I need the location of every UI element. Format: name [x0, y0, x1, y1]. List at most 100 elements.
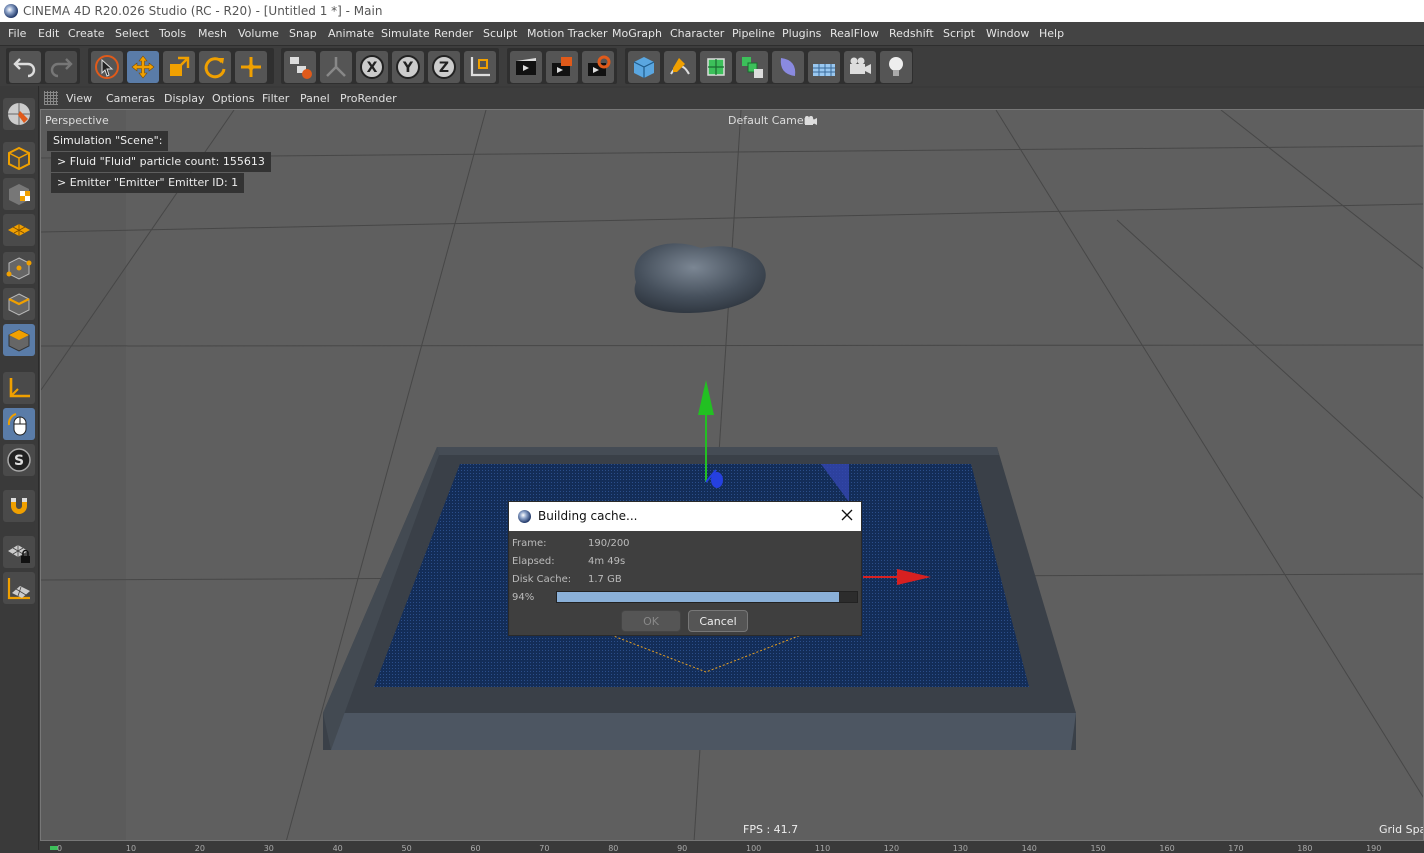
subdivision-button[interactable] [700, 51, 732, 83]
cube-button[interactable] [628, 51, 660, 83]
menu-pipeline[interactable]: Pipeline [732, 27, 775, 40]
floor-button[interactable] [808, 51, 840, 83]
undo-button[interactable] [9, 51, 41, 83]
menu-plugins[interactable]: Plugins [782, 27, 821, 40]
menu-volume[interactable]: Volume [238, 27, 279, 40]
menu-sculpt[interactable]: Sculpt [483, 27, 517, 40]
menu-render[interactable]: Render [434, 27, 473, 40]
workplane-button[interactable] [3, 214, 35, 246]
timeline-ruler[interactable]: 0 10 20 30 40 50 60 70 80 90 100 110 120 130 140 150 160… [40, 841, 1424, 853]
viewport-menu-cameras[interactable]: Cameras [106, 92, 155, 105]
scale-tool-button[interactable] [163, 51, 195, 83]
default-camera-label[interactable]: Default Camera [728, 114, 815, 127]
menu-realflow[interactable]: RealFlow [830, 27, 879, 40]
render-group [507, 48, 617, 84]
objects-group [625, 48, 913, 84]
menu-help[interactable]: Help [1039, 27, 1064, 40]
deformer-button[interactable] [772, 51, 804, 83]
render-view-button[interactable] [510, 51, 542, 83]
menu-tools[interactable]: Tools [159, 27, 186, 40]
polygons-mode-button[interactable] [3, 324, 35, 356]
render-settings-icon [588, 55, 611, 76]
viewport-menu-panel[interactable]: Panel [300, 92, 330, 105]
x-axis-button[interactable]: X [356, 51, 388, 83]
menu-redshift[interactable]: Redshift [889, 27, 934, 40]
redo-button[interactable] [45, 51, 77, 83]
menu-snap[interactable]: Snap [289, 27, 317, 40]
solo-mode-button[interactable]: S [3, 444, 35, 476]
model-mode-button[interactable] [3, 142, 35, 174]
frame-label: Frame: [512, 538, 547, 549]
workplane-lock-icon [8, 545, 30, 563]
ok-button[interactable]: OK [621, 610, 681, 632]
close-icon[interactable] [839, 507, 855, 523]
move-tool-button[interactable] [127, 51, 159, 83]
rotate-tool-button[interactable] [199, 51, 231, 83]
timeline-tick-label: 30 [263, 844, 274, 853]
scene-canvas[interactable] [41, 110, 1424, 841]
redo-icon [50, 58, 73, 78]
y-axis-button[interactable]: Y [392, 51, 424, 83]
z-axis-icon: Z [432, 55, 456, 79]
hud-simulation-title: Simulation "Scene": [47, 131, 169, 151]
joint-button[interactable] [320, 51, 352, 83]
menu-animate[interactable]: Animate [328, 27, 374, 40]
viewport-menu-filter[interactable]: Filter [262, 92, 289, 105]
progress-percent: 94% [512, 592, 535, 603]
menu-file[interactable]: File [8, 27, 26, 40]
z-axis-button[interactable]: Z [428, 51, 460, 83]
viewport-grip-icon[interactable] [44, 91, 58, 105]
select-tool-button[interactable] [91, 51, 123, 83]
menu-motion-tracker[interactable]: Motion Tracker [527, 27, 607, 40]
frame-value: 190/200 [588, 538, 630, 549]
undo-group [6, 48, 80, 84]
menu-mesh[interactable]: Mesh [198, 27, 227, 40]
floor-plane-icon [7, 578, 30, 600]
pen-button[interactable] [664, 51, 696, 83]
viewport-menu-prorender[interactable]: ProRender [340, 92, 397, 105]
y-axis-icon: Y [396, 55, 420, 79]
axis-mode-icon [9, 378, 30, 398]
viewport-menu-display[interactable]: Display [164, 92, 205, 105]
z-axis-arrow[interactable] [711, 472, 723, 488]
cancel-button[interactable]: Cancel [688, 610, 748, 632]
edges-mode-button[interactable] [3, 288, 35, 320]
render-view-icon [516, 58, 536, 75]
edges-mode-icon [8, 293, 30, 316]
tweak-mode-button[interactable] [3, 408, 35, 440]
perspective-viewport[interactable]: Perspective Default Camera Simulation "S… [40, 109, 1424, 841]
make-editable-button[interactable] [3, 98, 35, 130]
timeline-tick-label: 10 [125, 844, 137, 853]
render-picture-viewer-button[interactable] [546, 51, 578, 83]
menu-window[interactable]: Window [986, 27, 1029, 40]
live-select-button[interactable] [235, 51, 267, 83]
menu-create[interactable]: Create [68, 27, 105, 40]
menu-script[interactable]: Script [943, 27, 975, 40]
x-axis-icon: X [360, 55, 384, 79]
menu-simulate[interactable]: Simulate [381, 27, 430, 40]
viewport-menu-options[interactable]: Options [212, 92, 254, 105]
menu-select[interactable]: Select [115, 27, 149, 40]
menu-mograph[interactable]: MoGraph [612, 27, 662, 40]
render-settings-button[interactable] [582, 51, 614, 83]
floor-plane-button[interactable] [3, 572, 35, 604]
points-mode-button[interactable] [3, 252, 35, 284]
snapping-button[interactable] [3, 490, 35, 522]
progress-fill [557, 592, 839, 602]
axis-mode-button[interactable] [3, 372, 35, 404]
pen-spline-icon [670, 58, 690, 75]
camera-button[interactable] [844, 51, 876, 83]
null-objects-button[interactable] [284, 51, 316, 83]
light-button[interactable] [880, 51, 912, 83]
cloner-button[interactable] [736, 51, 768, 83]
coordinate-system-button[interactable] [464, 51, 496, 83]
viewport-menu-view[interactable]: View [66, 92, 92, 105]
menu-edit[interactable]: Edit [38, 27, 59, 40]
menu-character[interactable]: Character [670, 27, 724, 40]
timeline-tick-label: 80 [608, 844, 619, 853]
tweak-mode-icon [7, 413, 27, 436]
workplane-lock-button[interactable] [3, 536, 35, 568]
coordinate-system-icon [470, 57, 490, 77]
cloner-icon [742, 57, 763, 78]
texture-mode-button[interactable] [3, 178, 35, 210]
